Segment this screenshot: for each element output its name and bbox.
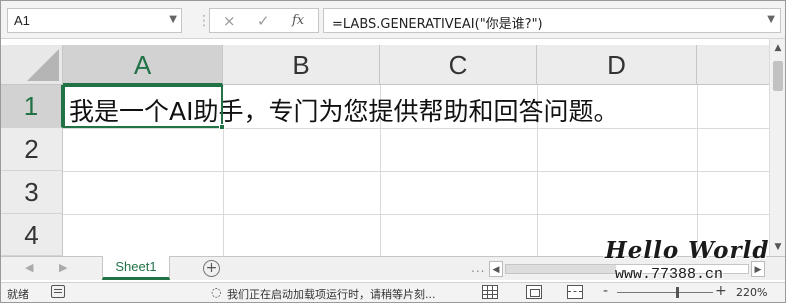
normal-view-button[interactable] xyxy=(482,285,498,299)
formula-input[interactable]: =LABS.GENERATIVEAI("你是谁?") ▼ xyxy=(323,8,781,33)
watermark-url: www.77388.cn xyxy=(615,266,724,283)
column-header-a[interactable]: A xyxy=(63,45,223,85)
column-header-d[interactable]: D xyxy=(537,45,697,85)
zoom-slider-thumb[interactable] xyxy=(675,287,679,298)
active-cell-a1[interactable] xyxy=(63,85,223,128)
previous-sheet-icon[interactable]: ◀ xyxy=(25,261,33,274)
status-ready-label: 就绪 xyxy=(7,288,29,301)
zoom-in-button[interactable]: + xyxy=(715,283,727,299)
formula-actions: × ✓ fx xyxy=(209,8,319,33)
gridline xyxy=(63,128,769,129)
plus-circle-icon[interactable]: + xyxy=(203,260,220,277)
status-bar: 就绪 ◌ 我们正在启动加载项运行时，请稍等片刻... - + 220% xyxy=(1,282,785,302)
expand-formula-icon[interactable]: ▼ xyxy=(767,14,775,25)
gridline xyxy=(223,128,224,256)
next-sheet-icon[interactable]: ▶ xyxy=(59,261,67,274)
tab-split-handle[interactable]: ... xyxy=(471,261,485,275)
name-box[interactable]: A1 ▼ xyxy=(7,8,182,33)
row-header-3[interactable]: 3 xyxy=(1,171,63,214)
checkmark-icon[interactable]: ✓ xyxy=(257,12,270,30)
name-box-value: A1 xyxy=(14,13,30,28)
column-header-c[interactable]: C xyxy=(380,45,537,85)
row-header-1[interactable]: 1 xyxy=(1,85,63,128)
column-header-e[interactable] xyxy=(697,45,769,85)
sheet-tab-sheet1[interactable]: Sheet1 xyxy=(102,256,170,280)
gridline xyxy=(63,171,769,172)
fx-icon[interactable]: fx xyxy=(292,13,304,28)
worksheet-grid: A B C D 1 2 3 4 我是一个AI助手，专门为您提供帮助和回答问题。 xyxy=(1,45,769,256)
column-header-b[interactable]: B xyxy=(223,45,380,85)
vertical-scroll-thumb[interactable] xyxy=(773,61,783,91)
select-all-button[interactable] xyxy=(1,45,63,85)
zoom-slider[interactable] xyxy=(617,292,713,293)
scroll-up-icon[interactable]: ▲ xyxy=(771,41,785,55)
formula-text: =LABS.GENERATIVEAI("你是谁?") xyxy=(332,17,543,32)
close-icon[interactable]: × xyxy=(223,12,236,30)
page-layout-view-button[interactable] xyxy=(526,285,542,299)
zoom-out-button[interactable]: - xyxy=(603,283,608,299)
gridline xyxy=(63,214,769,215)
row-header-4[interactable]: 4 xyxy=(1,214,63,256)
scroll-down-icon[interactable]: ▼ xyxy=(771,240,785,254)
scroll-left-icon[interactable]: ◀ xyxy=(489,261,503,277)
page-break-view-button[interactable] xyxy=(567,285,583,299)
zoom-level[interactable]: 220% xyxy=(736,286,767,299)
fill-handle[interactable] xyxy=(219,124,225,130)
status-message: 我们正在启动加载项运行时，请稍等片刻... xyxy=(227,288,436,301)
horizontal-scroll-thumb[interactable] xyxy=(506,265,616,273)
accessibility-icon[interactable] xyxy=(51,285,65,298)
info-icon: ◌ xyxy=(211,285,222,299)
vertical-scrollbar[interactable]: ▲ ▼ xyxy=(769,39,785,256)
row-header-2[interactable]: 2 xyxy=(1,128,63,171)
select-all-triangle-icon xyxy=(27,49,59,81)
chevron-down-icon[interactable]: ▼ xyxy=(169,14,177,25)
watermark-title: Hello World xyxy=(605,237,770,264)
excel-window: A1 ▼ ⋮ × ✓ fx =LABS.GENERATIVEAI("你是谁?")… xyxy=(0,0,786,303)
formula-bar: A1 ▼ ⋮ × ✓ fx =LABS.GENERATIVEAI("你是谁?")… xyxy=(1,1,785,39)
